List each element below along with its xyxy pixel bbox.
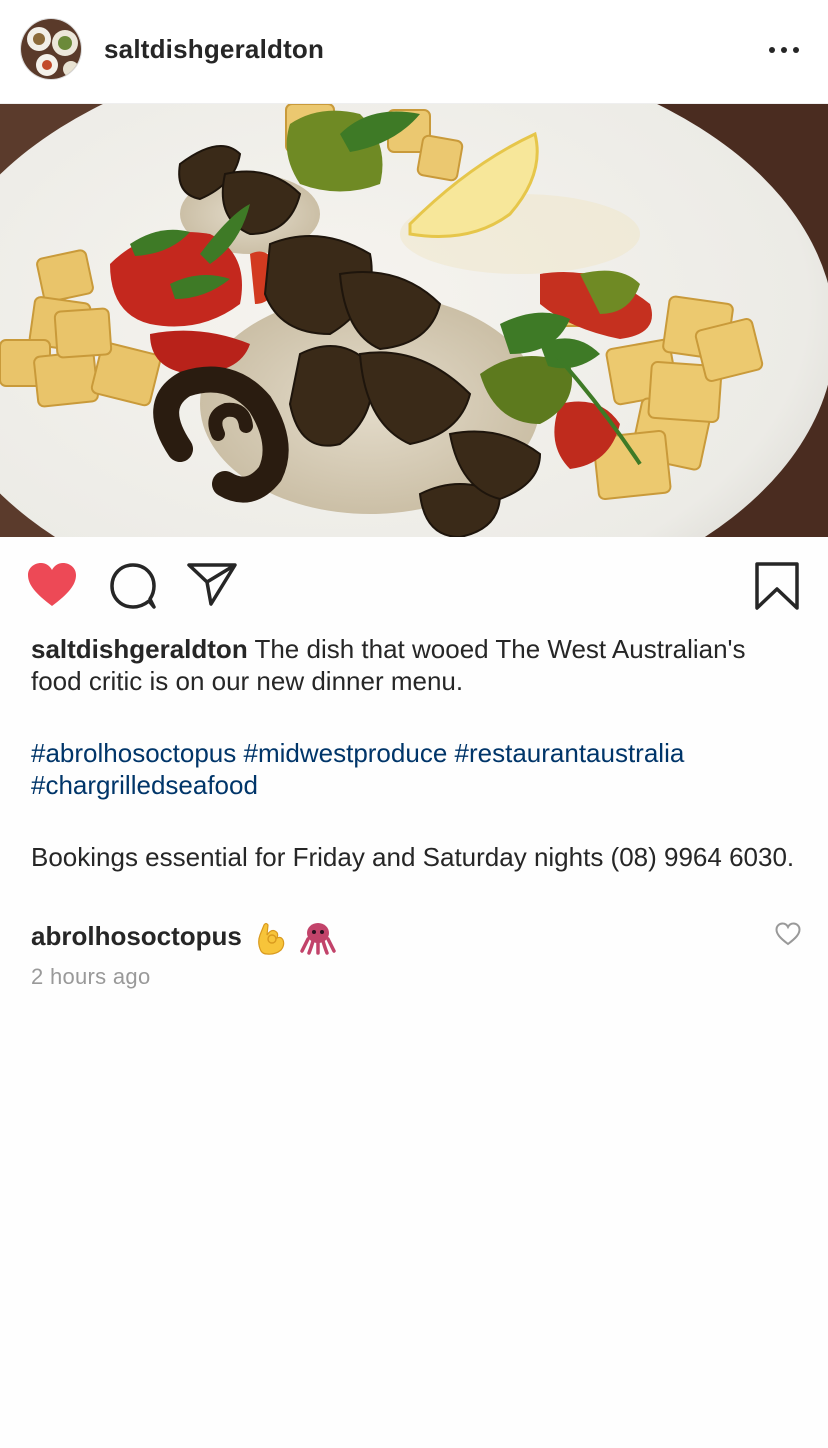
post-photo[interactable] <box>0 104 828 537</box>
heart-filled-icon[interactable] <box>26 561 78 609</box>
caption-text-line: saltdishgeraldton The dish that wooed Th… <box>31 633 801 697</box>
food-dish-image <box>0 104 828 537</box>
avatar-image <box>21 19 81 79</box>
comment-bubble-icon[interactable] <box>108 561 158 611</box>
more-horizontal-icon[interactable] <box>762 38 806 62</box>
post-actions <box>0 537 828 633</box>
caption-bookings: Bookings essential for Friday and Saturd… <box>31 842 795 872</box>
heart-outline-icon[interactable] <box>775 922 801 946</box>
post-caption: saltdishgeraldton The dish that wooed Th… <box>31 633 801 873</box>
hashtag-link[interactable]: #midwestproduce <box>244 738 448 768</box>
caption-username[interactable]: saltdishgeraldton <box>31 634 248 664</box>
comment-username[interactable]: abrolhosoctopus <box>31 921 242 951</box>
hashtag-link[interactable]: #chargrilledseafood <box>31 770 258 800</box>
ok-hand-emoji <box>258 923 285 955</box>
hashtag-link[interactable]: #restaurantaustralia <box>455 738 685 768</box>
comment-item: abrolhosoctopus <box>31 918 801 958</box>
hashtag-link[interactable]: #abrolhosoctopus <box>31 738 236 768</box>
bookmark-icon[interactable] <box>754 561 800 611</box>
avatar[interactable] <box>20 18 82 80</box>
post-timestamp: 2 hours ago <box>31 964 151 989</box>
send-paper-plane-icon[interactable] <box>186 561 238 607</box>
caption-hashtags: #abrolhosoctopus #midwestproduce #restau… <box>31 737 801 801</box>
octopus-emoji <box>300 923 337 955</box>
post-header: saltdishgeraldton <box>0 0 828 104</box>
post-username[interactable]: saltdishgeraldton <box>104 34 324 65</box>
